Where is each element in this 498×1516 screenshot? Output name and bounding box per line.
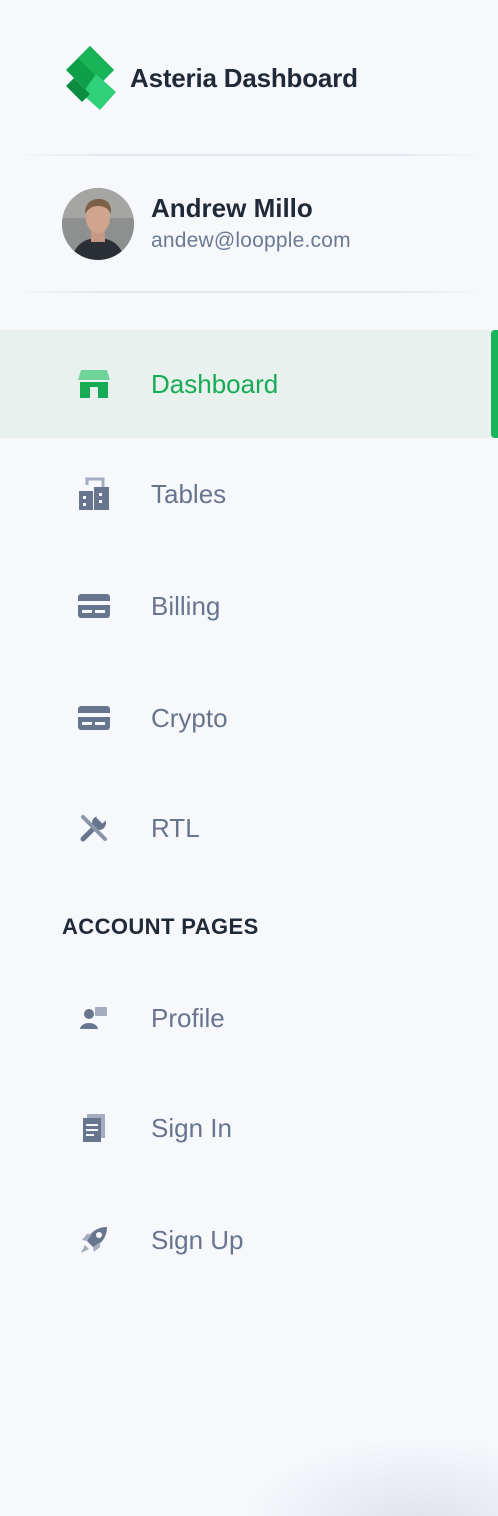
diamond-logo-icon [66,46,116,110]
nav-label: Crypto [151,702,228,733]
rocket-icon [76,1222,112,1258]
credit-card-icon [76,588,112,624]
nav-label: Sign In [151,1112,232,1143]
nav-item-sign-up[interactable]: Sign Up [0,1186,498,1294]
sidebar: Asteria Dashboard Andrew Millo andew@loo… [0,0,498,1516]
nav-label: Tables [151,478,227,509]
shop-icon [76,366,112,402]
nav-item-dashboard[interactable]: Dashboard [0,330,498,438]
avatar-photo [62,188,134,260]
user-email: andew@loopple.com [151,229,351,252]
credit-card-icon [76,700,112,736]
nav-item-crypto[interactable]: Crypto [0,664,498,772]
user-card[interactable]: Andrew Millo andew@loopple.com [62,188,351,260]
divider [14,154,484,156]
customer-support-icon [76,1000,112,1036]
document-icon [76,1110,112,1146]
office-icon [76,476,112,512]
brand[interactable]: Asteria Dashboard [60,44,358,112]
nav-item-sign-in[interactable]: Sign In [0,1074,498,1182]
settings-tools-icon [76,810,112,846]
nav-item-billing[interactable]: Billing [0,552,498,660]
nav-label: Sign Up [151,1224,244,1255]
decorative-shadow [238,1436,498,1516]
nav-label: Profile [151,1002,225,1033]
avatar[interactable] [62,188,134,260]
user-name: Andrew Millo [151,193,313,223]
section-title: ACCOUNT PAGES [62,914,259,939]
active-indicator [491,330,498,438]
nav-label: RTL [151,812,200,843]
nav-label: Billing [151,590,221,621]
brand-name: Asteria Dashboard [130,62,358,93]
nav-label: Dashboard [151,368,279,399]
nav-item-tables[interactable]: Tables [0,440,498,548]
divider [14,291,484,293]
user-info: Andrew Millo andew@loopple.com [151,193,351,255]
nav-item-profile[interactable]: Profile [0,964,498,1072]
nav-item-rtl[interactable]: RTL [0,774,498,882]
